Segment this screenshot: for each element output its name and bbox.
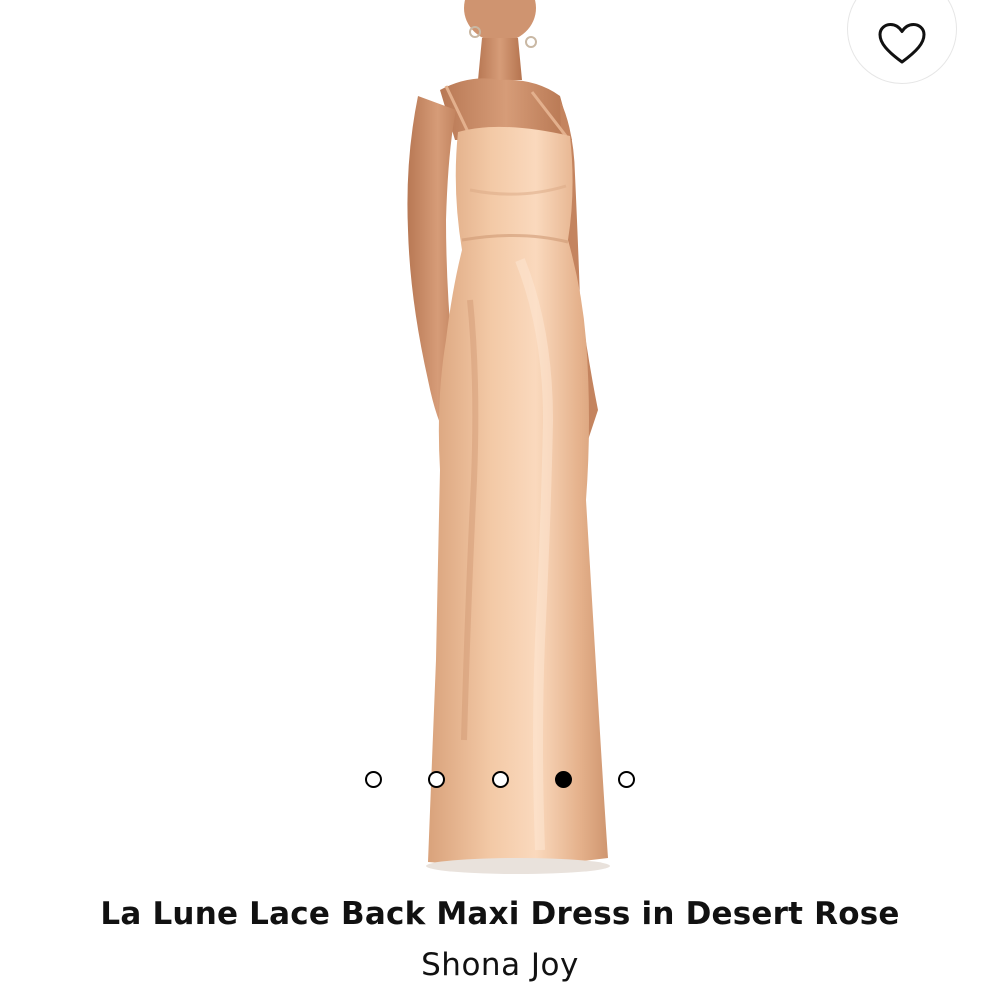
product-photo-illustration bbox=[407, 0, 610, 874]
heart-outline-icon bbox=[877, 22, 927, 66]
carousel-dot-1[interactable] bbox=[365, 770, 382, 788]
product-brand[interactable]: Shona Joy bbox=[0, 947, 1000, 983]
carousel-dot-2[interactable] bbox=[428, 770, 446, 788]
image-carousel-indicator bbox=[365, 768, 635, 790]
carousel-dot-5[interactable] bbox=[618, 770, 635, 788]
product-title: La Lune Lace Back Maxi Dress in Desert R… bbox=[100, 896, 900, 932]
carousel-dot-3[interactable] bbox=[491, 770, 509, 788]
carousel-dot-4-active[interactable] bbox=[554, 770, 572, 788]
product-detail-page: La Lune Lace Back Maxi Dress in Desert R… bbox=[0, 0, 1000, 1000]
product-image[interactable] bbox=[0, 0, 1000, 890]
